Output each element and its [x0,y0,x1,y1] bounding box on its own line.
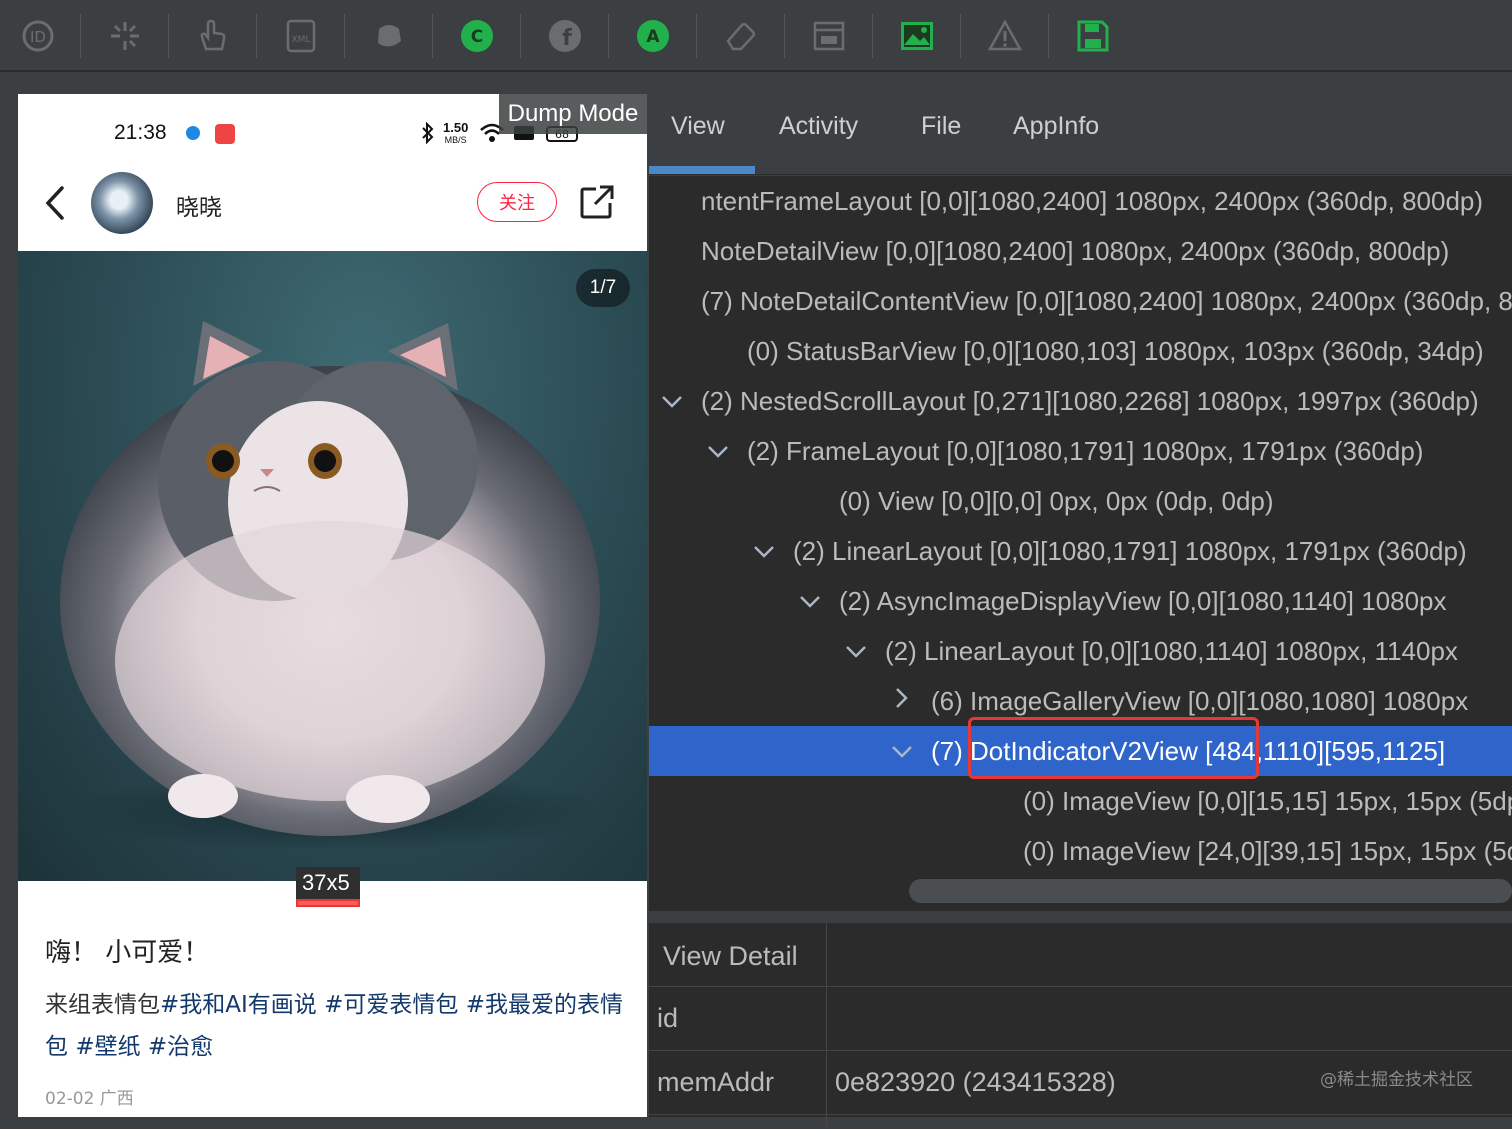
detail-key-memaddr: memAddr [657,1067,775,1097]
dump-mode-label: Dump Mode [499,94,647,134]
tree-row[interactable]: NoteDetailView [0,0][1080,2400] 1080px, … [649,226,1512,276]
post-image[interactable]: 1/7 [18,251,647,881]
post-meta: 02-02 广西 [45,1089,134,1109]
hashtag[interactable]: #可爱表情包 [324,992,458,1018]
xml-icon[interactable]: XML [277,12,325,60]
tree-row[interactable]: (0) ImageView [24,0][39,15] 15px, 15px (… [649,826,1512,876]
tree-row[interactable]: (2) AsyncImageDisplayView [0,0][1080,114… [649,576,1512,626]
tree-row[interactable]: (7) NoteDetailContentView [0,0][1080,240… [649,276,1512,326]
tree-row-label: (2) NestedScrollLayout [0,271][1080,2268… [701,386,1479,416]
horizontal-scrollbar[interactable] [909,879,1512,903]
bluetooth-icon [422,122,434,144]
hashtag[interactable]: #治愈 [148,1034,213,1060]
tree-row[interactable]: (0) StatusBarView [0,0][1080,103] 1080px… [649,326,1512,376]
window-icon[interactable] [805,12,853,60]
image-icon[interactable] [893,12,941,60]
tab-activity[interactable]: Activity [779,112,858,141]
tree-row[interactable]: (2) LinearLayout [0,0][1080,1791] 1080px… [649,526,1512,576]
chevron-down-icon[interactable] [749,526,779,576]
chevron-down-icon[interactable] [657,376,687,426]
post-body: 来组表情包#我和AI有画说 #可爱表情包 #我最爱的表情包 #壁纸 #治愈 [45,992,623,1060]
music-app-icon [215,124,235,144]
facebook-icon[interactable]: f [541,12,589,60]
svg-text:C: C [471,27,483,47]
tree-row-label: (6) ImageGalleryView [0,0][1080,1080] 10… [931,686,1469,716]
tree-row[interactable]: (0) ImageView [0,0][15,15] 15px, 15px (5… [649,776,1512,826]
tree-row-label: (0) StatusBarView [0,0][1080,103] 1080px… [747,336,1484,366]
active-tab-indicator [649,166,755,174]
view-detail-title: View Detail [663,941,798,971]
svg-text:f: f [562,26,572,51]
back-button[interactable] [40,184,70,222]
tree-row-label: (0) ImageView [0,0][15,15] 15px, 15px (5… [1023,786,1512,816]
svg-text:XML: XML [292,35,311,45]
tab-appinfo[interactable]: AppInfo [1013,112,1099,141]
tab-bar: View Activity File AppInfo [649,94,1512,175]
tree-row-label: (2) FrameLayout [0,0][1080,1791] 1080px,… [747,436,1424,466]
view-hierarchy-tree[interactable]: ntentFrameLayout [0,0][1080,2400] 1080px… [649,176,1512,911]
follow-button[interactable]: 关注 [477,182,557,222]
cat-illustration [60,321,608,851]
selected-node-highlight [968,717,1259,779]
tree-row-label: ntentFrameLayout [0,0][1080,2400] 1080px… [701,186,1484,216]
tree-row-label: (2) AsyncImageDisplayView [0,0][1080,114… [839,586,1447,616]
watermark: @稀土掘金技术社区 [1320,1070,1473,1090]
c-icon[interactable]: C [453,12,501,60]
tree-row-label: (2) LinearLayout [0,0][1080,1791] 1080px… [793,536,1467,566]
tab-file[interactable]: File [921,112,961,141]
status-time: 21:38 [114,121,167,144]
spark-icon[interactable] [101,12,149,60]
tree-row[interactable]: (2) LinearLayout [0,0][1080,1140] 1080px… [649,626,1512,676]
dot-indicator-size-label: 37x5 [296,867,360,899]
warning-icon[interactable] [981,12,1029,60]
share-icon[interactable] [579,184,615,220]
tree-row[interactable]: (2) FrameLayout [0,0][1080,1791] 1080px,… [649,426,1512,476]
username[interactable]: 晓晓 [176,188,222,222]
detail-value-memaddr[interactable]: 0e823920 (243415328) [835,1067,1116,1098]
save-icon[interactable] [1069,12,1117,60]
tree-row-label: (0) ImageView [24,0][39,15] 15px, 15px (… [1023,836,1512,866]
tree-row-label: (2) LinearLayout [0,0][1080,1140] 1080px… [885,636,1458,666]
hand-icon[interactable] [189,12,237,60]
tab-view[interactable]: View [671,112,725,141]
network-speed: 1.50 MB/S [443,120,469,145]
detail-key-id: id [657,1003,679,1033]
id-icon[interactable]: ID [14,12,62,60]
tree-row-label: (7) NoteDetailContentView [0,0][1080,240… [701,286,1512,316]
chevron-down-icon[interactable] [703,426,733,476]
toolbar: ID XML C f A [0,0,1512,72]
shape-icon[interactable] [365,12,413,60]
dot-indicator-box [296,899,360,907]
tree-row-label: (0) View [0,0][0,0] 0px, 0px (0dp, 0dp) [839,486,1274,516]
svg-text:ID: ID [30,28,46,46]
tree-row[interactable]: (2) NestedScrollLayout [0,271][1080,2268… [649,376,1512,426]
svg-text:A: A [646,27,660,47]
page-indicator-badge: 1/7 [576,269,630,307]
avatar[interactable] [91,172,153,234]
tree-row-label: NoteDetailView [0,0][1080,2400] 1080px, … [701,236,1450,266]
notification-icon [186,126,200,140]
eraser-icon[interactable] [717,12,765,60]
chevron-right-icon[interactable] [887,676,917,726]
post-title: 嗨！ 小可爱！ [45,938,210,968]
chevron-down-icon[interactable] [887,726,917,776]
tree-row[interactable]: ntentFrameLayout [0,0][1080,2400] 1080px… [649,176,1512,226]
a-icon[interactable]: A [629,12,677,60]
device-screenshot[interactable]: 21:38 1.50 MB/S 68 晓晓 关注 1/7 37x5 嗨！ 小可爱… [18,94,647,1117]
tree-row[interactable]: (0) View [0,0][0,0] 0px, 0px (0dp, 0dp) [649,476,1512,526]
hashtag[interactable]: #壁纸 [75,1034,140,1060]
chevron-down-icon[interactable] [795,576,825,626]
hashtag[interactable]: #我和AI有画说 [160,992,317,1018]
dot-indicator-highlight: 37x5 [296,867,360,907]
chevron-down-icon[interactable] [841,626,871,676]
